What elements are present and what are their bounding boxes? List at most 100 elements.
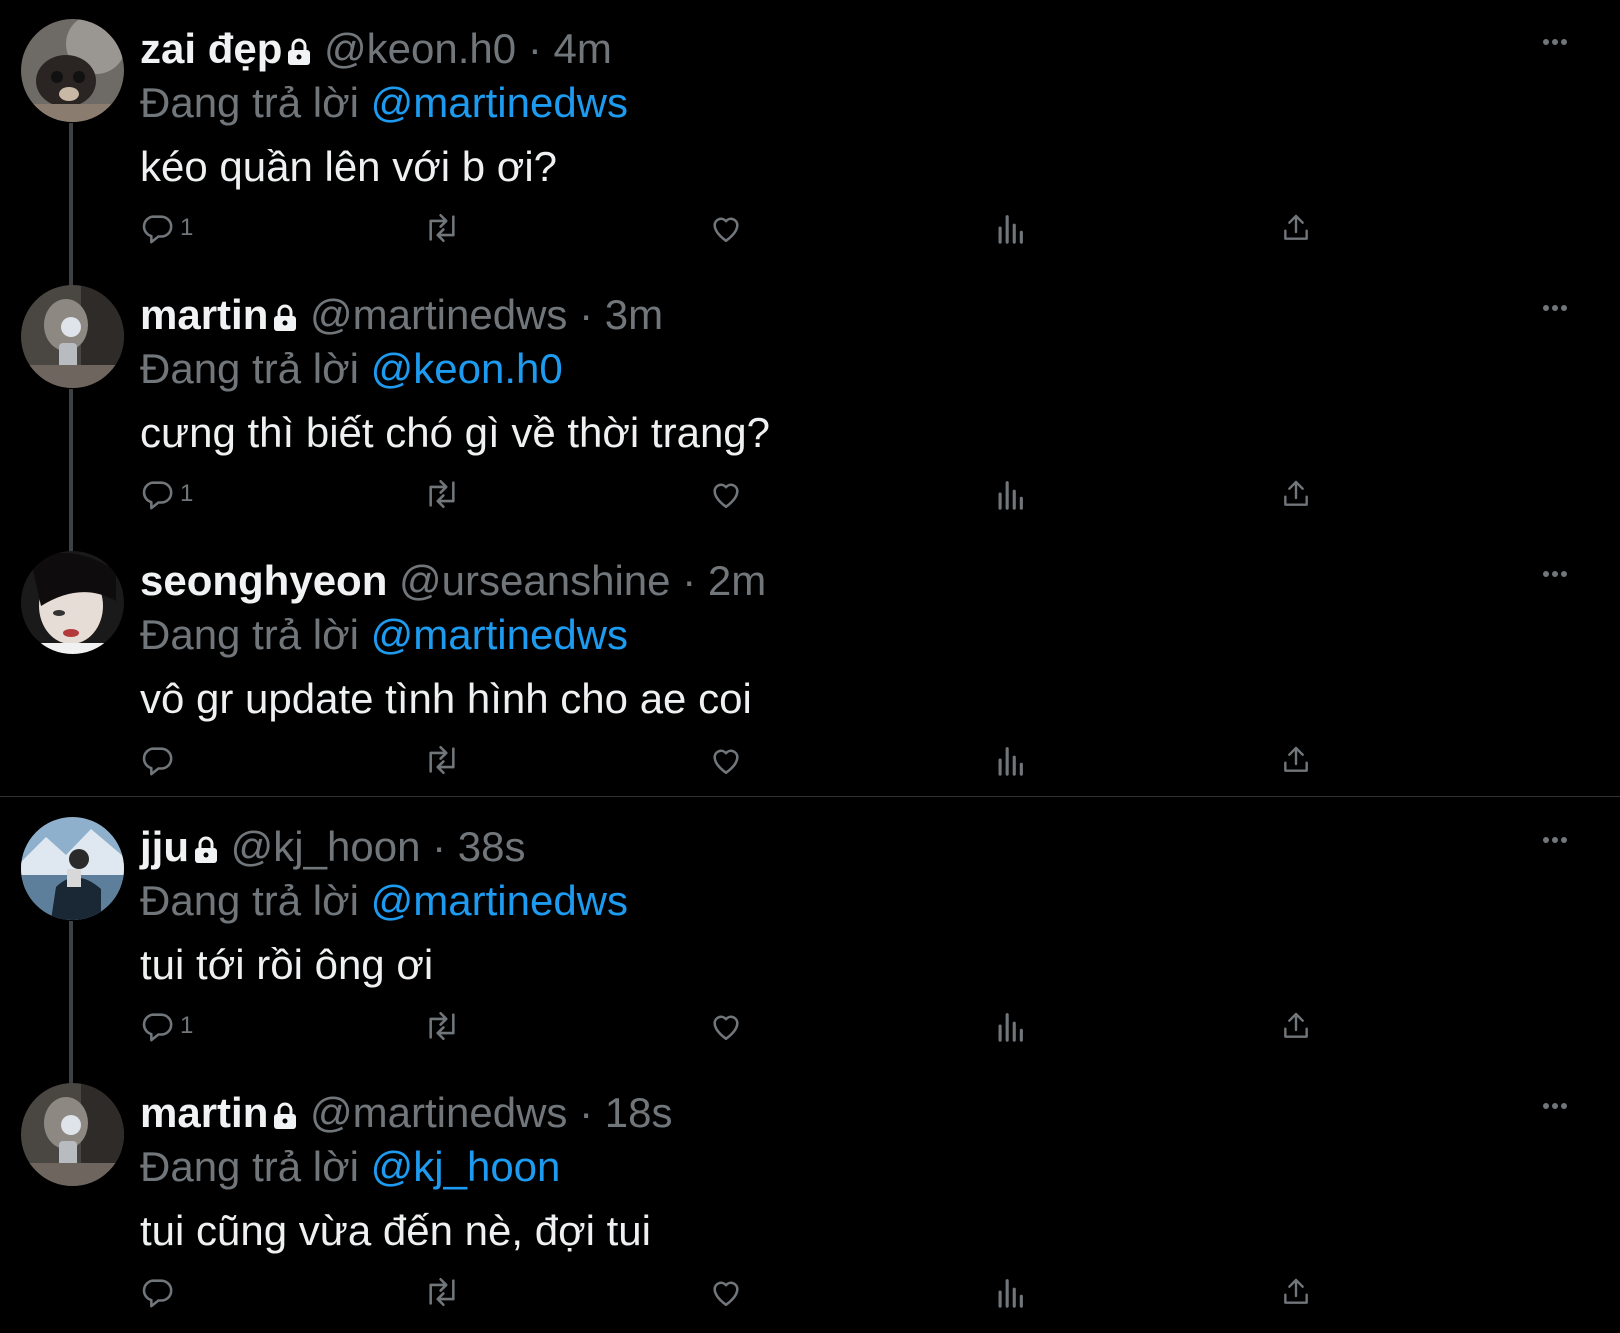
share-icon [1284,746,1308,772]
handle[interactable]: @kj_hoon [231,823,421,870]
handle[interactable]: @martinedws [310,291,567,338]
share-icon [1284,1278,1308,1304]
views-button[interactable] [995,743,1025,777]
avatar[interactable] [21,817,124,920]
mention-link[interactable]: @martinedws [371,611,628,658]
timestamp[interactable]: 4m [554,25,612,72]
more-icon[interactable] [1542,1097,1568,1115]
mention-link[interactable]: @kj_hoon [371,1143,561,1190]
more-icon[interactable] [1542,565,1568,583]
like-button[interactable] [708,1275,744,1309]
tweet-text: vô gr update tình hình cho ae coi [140,675,752,722]
like-button[interactable] [708,211,744,245]
reply-count: 1 [180,1012,194,1039]
more-icon[interactable] [1542,299,1568,317]
display-name[interactable]: zai đẹp [140,25,282,72]
like-icon [713,1015,739,1041]
views-button[interactable] [995,1275,1025,1309]
retweet-button[interactable] [423,1009,461,1043]
more-icon[interactable] [1542,831,1568,849]
handle[interactable]: @martinedws [310,1089,567,1136]
retweet-button[interactable] [423,211,461,245]
retweet-button[interactable] [423,1275,461,1309]
display-name[interactable]: seonghyeon [140,557,387,604]
timestamp[interactable]: 38s [458,823,526,870]
tweet-header: martin @martinedws · 3m [140,289,663,345]
lock-icon [286,27,312,79]
share-icon [1284,1012,1308,1038]
reply-button[interactable] [140,743,180,777]
retweet-icon [429,479,455,509]
like-button[interactable] [708,743,744,777]
views-button[interactable] [995,211,1025,245]
retweet-button[interactable] [423,477,461,511]
share-button[interactable] [1280,477,1312,511]
display-name[interactable]: martin [140,1089,268,1136]
reply-prefix: Đang trả lời [140,611,359,658]
mention-link[interactable]: @martinedws [371,79,628,126]
share-button[interactable] [1280,1275,1312,1309]
separator: · [579,1089,594,1136]
divider [0,796,1620,797]
like-button[interactable] [708,477,744,511]
views-icon [998,1013,1023,1042]
reply-icon [142,481,173,510]
views-button[interactable] [995,477,1025,511]
share-button[interactable] [1280,1009,1312,1043]
reply-button[interactable]: 1 [140,1009,193,1043]
avatar[interactable] [21,19,124,122]
timestamp[interactable]: 2m [708,557,766,604]
reply-button[interactable] [140,1275,180,1309]
retweet-icon [429,745,455,775]
reply-prefix: Đang trả lời [140,1143,359,1190]
timestamp[interactable]: 3m [605,291,663,338]
tweet-text: tui cũng vừa đến nè, đợi tui [140,1207,651,1254]
reply-icon [142,1279,173,1308]
action-bar: 1 [140,211,1360,251]
retweet-button[interactable] [423,743,461,777]
thread-line [69,389,73,553]
avatar[interactable] [21,551,124,654]
reply-prefix: Đang trả lời [140,345,359,392]
tweet-header: martin @martinedws · 18s [140,1087,672,1143]
avatar[interactable] [21,285,124,388]
like-button[interactable] [708,1009,744,1043]
lock-icon [272,1091,298,1143]
action-bar: 1 [140,477,1360,517]
share-icon [1284,214,1308,240]
share-button[interactable] [1280,211,1312,245]
reply-prefix: Đang trả lời [140,79,359,126]
reply-icon [142,215,173,244]
lock-icon [272,293,298,345]
like-icon [713,1281,739,1307]
mention-link[interactable]: @keon.h0 [371,345,563,392]
tweet-header: zai đẹp @keon.h0 · 4m [140,23,612,79]
action-bar: 1 [140,1009,1360,1049]
reply-icon [142,1013,173,1042]
reply-count: 1 [180,214,194,241]
display-name[interactable]: jju [140,823,189,870]
replying-to: Đang trả lời @kj_hoon [140,1141,560,1193]
reply-button[interactable]: 1 [140,477,193,511]
separator: · [682,557,697,604]
timestamp[interactable]: 18s [605,1089,673,1136]
mention-link[interactable]: @martinedws [371,877,628,924]
display-name[interactable]: martin [140,291,268,338]
replying-to: Đang trả lời @martinedws [140,77,628,129]
tweet-header: seonghyeon @urseanshine · 2m [140,555,766,607]
tweet-text: cưng thì biết chó gì về thời trang? [140,409,771,456]
reply-button[interactable]: 1 [140,211,193,245]
views-icon [998,481,1023,510]
handle[interactable]: @urseanshine [399,557,670,604]
views-button[interactable] [995,1009,1025,1043]
more-icon[interactable] [1542,33,1568,51]
share-icon [1284,480,1308,506]
share-button[interactable] [1280,743,1312,777]
avatar[interactable] [21,1083,124,1186]
views-icon [998,215,1023,244]
thread-line [69,123,73,287]
separator: · [432,823,447,870]
like-icon [713,749,739,775]
reply-prefix: Đang trả lời [140,877,359,924]
handle[interactable]: @keon.h0 [324,25,516,72]
